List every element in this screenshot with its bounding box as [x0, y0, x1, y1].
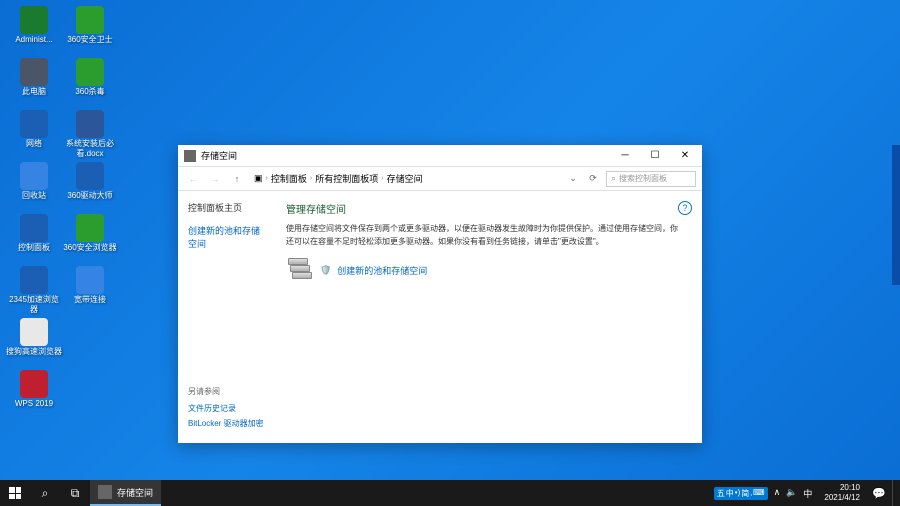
desktop-icon[interactable]: 360驱动大师 [62, 162, 118, 212]
date-text: 2021/4/12 [824, 493, 860, 503]
desktop-icon[interactable]: 搜狗高速浏览器 [6, 318, 62, 368]
refresh-button[interactable]: ⟳ [584, 170, 602, 188]
icon-label: 网络 [6, 139, 62, 149]
desktop-icon[interactable]: 系统安装后必看.docx [62, 110, 118, 160]
icon-image [20, 6, 48, 34]
desktop-icon[interactable]: 360杀毒 [62, 58, 118, 108]
forward-button[interactable]: → [206, 170, 224, 188]
icon-label: 搜狗高速浏览器 [6, 347, 62, 357]
breadcrumb-0[interactable]: 控制面板 [271, 172, 307, 185]
icon-image [76, 58, 104, 86]
icon-image [20, 58, 48, 86]
app-icon [184, 150, 196, 162]
time-text: 20:10 [824, 483, 860, 493]
breadcrumb-2[interactable]: 存储空间 [387, 172, 423, 185]
shield-icon: 🛡️ [320, 265, 331, 276]
breadcrumb-1[interactable]: 所有控制面板项 [315, 172, 378, 185]
up-button[interactable]: ↑ [228, 170, 246, 188]
content-heading: 管理存储空间 [286, 201, 684, 216]
related-link-0[interactable]: 文件历史记录 [188, 403, 264, 414]
desktop-icon[interactable]: 网络 [6, 110, 62, 160]
action-row: 🛡️ 创建新的池和存储空间 [286, 258, 684, 282]
icon-label: 360驱动大师 [62, 191, 118, 201]
help-button[interactable]: ? [678, 201, 692, 215]
ime-icon[interactable]: 中 [803, 487, 812, 500]
icon-image [76, 266, 104, 294]
minimize-button[interactable]: ─ [610, 146, 640, 166]
icon-label: 宽带连接 [62, 295, 118, 305]
icon-image [76, 162, 104, 190]
search-button[interactable]: ⌕ [30, 480, 60, 506]
taskbar: ⌕ ⧉ 存储空间 五 中 •) 简 ‚ ⌨ ∧ 🔈 中 20:10 2021/4… [0, 480, 900, 506]
storage-spaces-window: 存储空间 ─ ☐ ✕ ← → ↑ ▣ › 控制面板 › 所有控制面板项 › 存储… [178, 145, 702, 443]
content-description: 使用存储空间将文件保存到两个或更多驱动器，以便在驱动器发生故障时为你提供保护。通… [286, 222, 684, 248]
desktop-icon[interactable]: 此电脑 [6, 58, 62, 108]
search-input[interactable]: ⌕ 搜索控制面板 [606, 171, 696, 187]
titlebar: 存储空间 ─ ☐ ✕ [178, 145, 702, 167]
navbar: ← → ↑ ▣ › 控制面板 › 所有控制面板项 › 存储空间 ⌄ ⟳ ⌕ 搜索… [178, 167, 702, 191]
sidebar: 控制面板主页 创建新的池和存储空间 另请参阅 文件历史记录 BitLocker … [178, 191, 278, 443]
icon-label: WPS 2019 [6, 399, 62, 409]
volume-icon[interactable]: 🔈 [786, 487, 797, 500]
icon-image [20, 110, 48, 138]
right-edge-bar [892, 145, 900, 285]
folder-icon: ▣ [254, 173, 263, 184]
icon-image [76, 214, 104, 242]
icon-image [20, 318, 48, 346]
system-tray: 五 中 •) 简 ‚ ⌨ ∧ 🔈 中 20:10 2021/4/12 💬 [710, 480, 900, 506]
icon-image [76, 6, 104, 34]
desktop-icon[interactable]: 2345加速浏览器 [6, 266, 62, 316]
start-button[interactable] [0, 480, 30, 506]
icon-image [20, 162, 48, 190]
icon-label: 360安全卫士 [62, 35, 118, 45]
related-section: 另请参阅 文件历史记录 BitLocker 驱动器加密 [188, 386, 264, 433]
desktop-icon[interactable]: 360安全卫士 [62, 6, 118, 56]
show-desktop-button[interactable] [892, 480, 896, 506]
icon-label: 2345加速浏览器 [6, 295, 62, 315]
desktop-icon[interactable]: WPS 2019 [6, 370, 62, 420]
taskview-button[interactable]: ⧉ [60, 480, 90, 506]
app-icon [98, 485, 112, 499]
tray-overflow-icon[interactable]: ∧ [774, 487, 781, 500]
icon-label: 回收站 [6, 191, 62, 201]
icon-label: 360安全浏览器 [62, 243, 118, 253]
back-button[interactable]: ← [184, 170, 202, 188]
icon-label: 360杀毒 [62, 87, 118, 97]
maximize-button[interactable]: ☐ [640, 146, 670, 166]
window-title: 存储空间 [201, 149, 610, 162]
icon-image [20, 266, 48, 294]
icon-image [20, 214, 48, 242]
drives-icon [286, 258, 314, 282]
related-heading: 另请参阅 [188, 386, 264, 397]
taskbar-app-storage[interactable]: 存储空间 [90, 480, 161, 506]
icon-label: 控制面板 [6, 243, 62, 253]
address-dropdown[interactable]: ⌄ [566, 173, 580, 184]
close-button[interactable]: ✕ [670, 146, 700, 166]
search-icon: ⌕ [611, 173, 616, 184]
create-pool-link[interactable]: 创建新的池和存储空间 [337, 264, 427, 277]
desktop-icon[interactable]: 回收站 [6, 162, 62, 212]
desktop-icon[interactable]: 宽带连接 [62, 266, 118, 316]
desktop-icon[interactable]: 360安全浏览器 [62, 214, 118, 264]
desktop-icon[interactable]: 控制面板 [6, 214, 62, 264]
icon-label: 此电脑 [6, 87, 62, 97]
desktop: Administ... 此电脑网络回收站控制面板 2345加速浏览器搜狗高速浏览器 W… [6, 6, 118, 422]
clock[interactable]: 20:10 2021/4/12 [818, 483, 866, 503]
icon-label: Administ... [6, 35, 62, 45]
related-link-1[interactable]: BitLocker 驱动器加密 [188, 418, 264, 429]
search-placeholder: 搜索控制面板 [619, 173, 667, 184]
sidebar-home[interactable]: 控制面板主页 [188, 201, 268, 214]
icon-image [76, 110, 104, 138]
desktop-icon[interactable]: Administ... [6, 6, 62, 56]
address-bar[interactable]: ▣ › 控制面板 › 所有控制面板项 › 存储空间 [250, 172, 562, 185]
sidebar-create-link[interactable]: 创建新的池和存储空间 [188, 224, 268, 250]
icon-label: 系统安装后必看.docx [62, 139, 118, 159]
notifications-button[interactable]: 💬 [868, 487, 890, 500]
taskbar-app-label: 存储空间 [117, 486, 153, 499]
icon-image [20, 370, 48, 398]
content-pane: ? 管理存储空间 使用存储空间将文件保存到两个或更多驱动器，以便在驱动器发生故障… [278, 191, 702, 443]
ime-bar[interactable]: 五 中 •) 简 ‚ ⌨ [714, 487, 768, 500]
